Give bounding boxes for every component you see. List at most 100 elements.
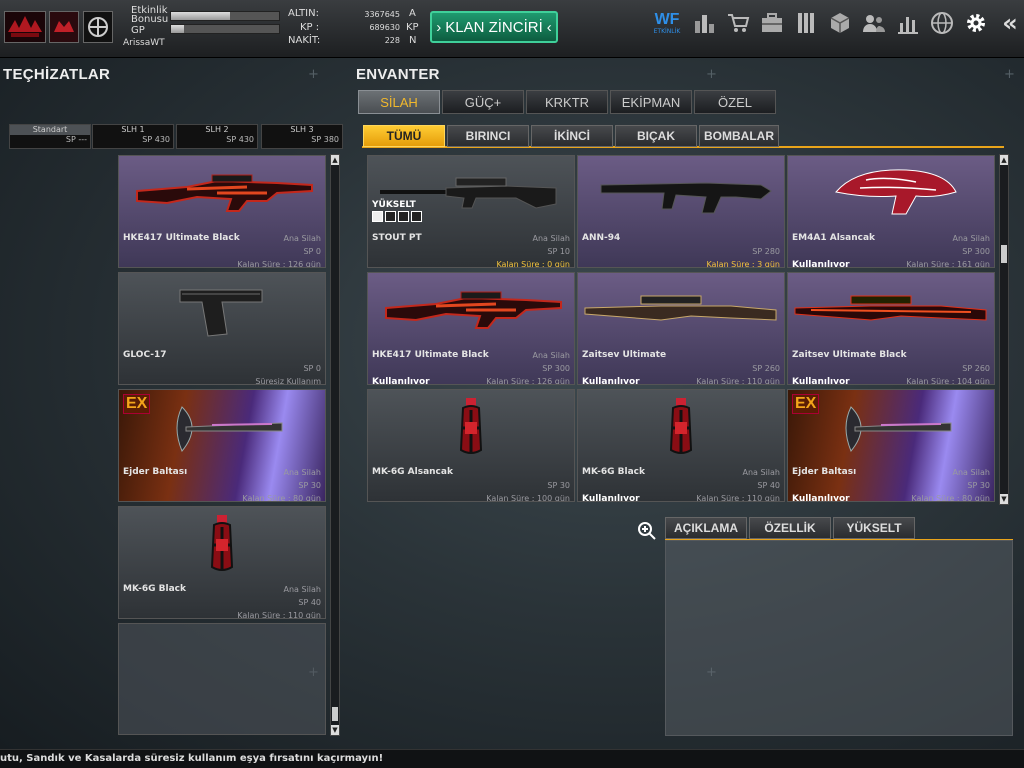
item-sp: SP 0 bbox=[303, 364, 321, 373]
klan-zinciri-button[interactable]: › KLAN ZİNCİRİ ‹ bbox=[430, 11, 558, 43]
briefcase-icon[interactable] bbox=[758, 9, 786, 37]
inventory-card[interactable]: YÜKSELT STOUT PT Ana Silah SP 10 Kalan Süre … bbox=[367, 155, 575, 268]
slot-sp: SP --- bbox=[65, 135, 87, 144]
item-name: STOUT PT bbox=[372, 233, 422, 243]
item-type: Ana Silah bbox=[952, 234, 990, 243]
back-icon[interactable]: « bbox=[996, 9, 1024, 37]
item-duration: Süresiz Kullanım bbox=[255, 377, 321, 385]
globe-icon[interactable] bbox=[928, 9, 956, 37]
item-name: ANN-94 bbox=[582, 233, 621, 243]
item-name: HKE417 Ultimate Black bbox=[123, 233, 240, 243]
etkinlik-icon-label: ETKİNLİK bbox=[653, 27, 681, 35]
rifle-icon bbox=[368, 273, 574, 346]
detail-tab-0[interactable]: AÇIKLAMA bbox=[665, 517, 747, 539]
zaitsevb-icon bbox=[788, 273, 994, 346]
altin-label: ALTIN: bbox=[288, 8, 319, 19]
scroll-down-icon[interactable]: ▼ bbox=[331, 725, 339, 735]
subtab-2[interactable]: İKİNCİ bbox=[531, 125, 613, 147]
plus-icon: + bbox=[308, 67, 319, 82]
item-duration: Kalan Süre : 161 gün bbox=[906, 260, 990, 268]
subtab-4[interactable]: BOMBALAR bbox=[699, 125, 779, 147]
tab-2[interactable]: KRKTR bbox=[526, 90, 608, 114]
inventory-card[interactable]: HKE417 Ultimate Black Ana Silah SP 300 Kala… bbox=[367, 272, 575, 385]
equipped-card[interactable]: GLOC-17 SP 0 Süresiz Kullanım bbox=[118, 272, 326, 385]
clan-logo[interactable] bbox=[4, 11, 46, 43]
bonus-label: Bonusu bbox=[131, 14, 169, 25]
detail-tab-1[interactable]: ÖZELLİK bbox=[749, 517, 831, 539]
altin-value: 3367645 bbox=[364, 10, 400, 19]
kp-unit: KP bbox=[406, 22, 419, 33]
tab-3[interactable]: EKİPMAN bbox=[610, 90, 692, 114]
item-sp: SP 300 bbox=[962, 247, 990, 256]
equipped-card[interactable]: EX Ejder Baltası Ana Silah SP 30 Kalan Süre … bbox=[118, 389, 326, 502]
subtab-3[interactable]: BIÇAK bbox=[615, 125, 697, 147]
item-sp: SP 30 bbox=[298, 481, 321, 490]
scroll-up-icon[interactable]: ▲ bbox=[1000, 155, 1008, 165]
zoom-in-icon[interactable] bbox=[636, 520, 658, 542]
item-type: Ana Silah bbox=[742, 468, 780, 477]
item-status: Kullanılıyor bbox=[792, 494, 850, 502]
inventory-card[interactable]: ANN-94 SP 280 Kalan Süre : 3 gün bbox=[577, 155, 785, 268]
item-duration: Kalan Süre : 126 gün bbox=[237, 260, 321, 268]
right-section-title: ENVANTER bbox=[356, 66, 440, 83]
tab-0[interactable]: SİLAH bbox=[358, 90, 440, 114]
item-sp: SP 260 bbox=[752, 364, 780, 373]
upgrade-pip bbox=[372, 211, 383, 222]
nakit-unit: N bbox=[409, 35, 417, 46]
item-sp: SP 280 bbox=[752, 247, 780, 256]
scroll-thumb[interactable] bbox=[1001, 245, 1007, 263]
cart-icon[interactable] bbox=[724, 9, 752, 37]
equipment-slot-2[interactable]: SLH 1 SP 430 bbox=[92, 124, 174, 149]
scroll-up-icon[interactable]: ▲ bbox=[331, 155, 339, 165]
scroll-thumb[interactable] bbox=[332, 707, 338, 721]
equipment-slot-1[interactable]: Standart SP --- bbox=[9, 124, 91, 149]
pattern-icon bbox=[788, 156, 994, 229]
klan-zinciri-label: KLAN ZİNCİRİ bbox=[445, 18, 543, 36]
inventory-card[interactable]: MK-6G Black Ana Silah SP 40 Kalan Süre : 11… bbox=[577, 389, 785, 502]
left-scrollbar[interactable]: ▲ ▼ bbox=[330, 154, 340, 736]
item-sp: SP 0 bbox=[303, 247, 321, 256]
stats-icon[interactable] bbox=[894, 9, 922, 37]
item-duration: Kalan Süre : 3 gün bbox=[706, 260, 780, 268]
item-type: Ana Silah bbox=[283, 468, 321, 477]
item-duration: Kalan Süre : 100 gün bbox=[486, 494, 570, 502]
gear-icon[interactable] bbox=[962, 9, 990, 37]
inventory-card[interactable]: Zaitsev Ultimate SP 260 Kalan Süre : 110 g… bbox=[577, 272, 785, 385]
empty-slot[interactable] bbox=[118, 623, 326, 735]
detail-tab-2[interactable]: YÜKSELT bbox=[833, 517, 915, 539]
item-type: Ana Silah bbox=[283, 585, 321, 594]
grenade-icon bbox=[119, 507, 325, 580]
main-tabs: SİLAH GÜÇ+ KRKTR EKİPMAN ÖZEL bbox=[358, 90, 776, 114]
description-panel bbox=[665, 540, 1013, 736]
upgrade-pip bbox=[398, 211, 409, 222]
scroll-down-icon[interactable]: ▼ bbox=[1000, 494, 1008, 504]
inventory-card[interactable]: Zaitsev Ultimate Black SP 260 Kalan Süre :… bbox=[787, 272, 995, 385]
tools-icon[interactable] bbox=[792, 9, 820, 37]
inventory-card[interactable]: MK-6G Alsancak SP 30 Kalan Süre : 100 gün bbox=[367, 389, 575, 502]
users-icon[interactable] bbox=[860, 9, 888, 37]
ex-badge: EX bbox=[792, 394, 820, 414]
item-duration: Kalan Süre : 0 gün bbox=[496, 260, 570, 268]
tab-1[interactable]: GÜÇ+ bbox=[442, 90, 524, 114]
equipped-card[interactable]: HKE417 Ultimate Black Ana Silah SP 0 Kalan … bbox=[118, 155, 326, 268]
ex-badge: EX bbox=[123, 394, 151, 414]
tab-4[interactable]: ÖZEL bbox=[694, 90, 776, 114]
equipped-card[interactable]: MK-6G Black Ana Silah SP 40 Kalan Süre : 11… bbox=[118, 506, 326, 619]
slot-name: Standart bbox=[10, 125, 90, 135]
box-icon[interactable] bbox=[826, 9, 854, 37]
ranking-icon[interactable] bbox=[690, 9, 718, 37]
equipment-slot-3[interactable]: SLH 2 SP 430 bbox=[176, 124, 258, 149]
etkinlik-button[interactable]: WF ETKİNLİK bbox=[650, 9, 684, 37]
inventory-scrollbar[interactable]: ▲ ▼ bbox=[999, 154, 1009, 505]
item-name: Ejder Baltası bbox=[123, 467, 188, 477]
inventory-card[interactable]: EX Ejder Baltası Ana Silah SP 30 Kalan Süre … bbox=[787, 389, 995, 502]
item-duration: Kalan Süre : 110 gün bbox=[237, 611, 321, 619]
subtab-1[interactable]: BIRINCI bbox=[447, 125, 529, 147]
equipment-slot-4[interactable]: SLH 3 SP 380 bbox=[261, 124, 343, 149]
pistol-icon bbox=[119, 273, 325, 346]
item-type: Ana Silah bbox=[532, 351, 570, 360]
inventory-card[interactable]: EM4A1 Alsancak Ana Silah SP 300 Kalan Süre … bbox=[787, 155, 995, 268]
subtab-0[interactable]: TÜMÜ bbox=[363, 125, 445, 147]
item-status: Kullanılıyor bbox=[792, 377, 850, 385]
item-status: Kullanılıyor bbox=[372, 377, 430, 385]
